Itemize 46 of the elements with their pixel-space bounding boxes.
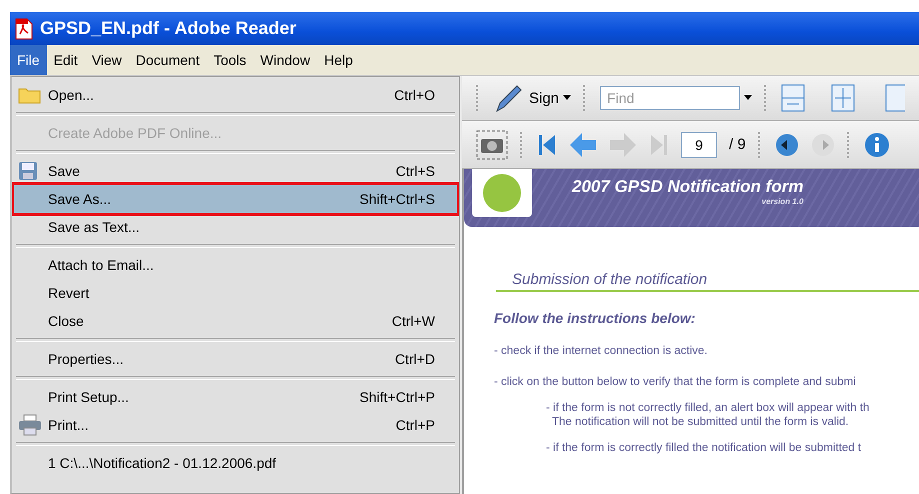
- menu-item[interactable]: 1 C:\...\Notification2 - 01.12.2006.pdf: [14, 449, 457, 477]
- menu-title[interactable]: File: [10, 45, 47, 75]
- instruction-text: The notification will not be submitted until the form is valid.: [552, 416, 850, 428]
- caret-icon[interactable]: [744, 95, 752, 101]
- menu-title[interactable]: Window: [253, 45, 318, 75]
- instruction-text: - if the form is correctly filled the notification will be submitted t: [546, 442, 862, 454]
- menu-title[interactable]: View: [84, 45, 129, 75]
- menu-title[interactable]: Document: [128, 45, 207, 75]
- pdf-document-icon: [14, 18, 34, 40]
- printer-icon: [18, 414, 42, 436]
- page-layout-icon[interactable]: [885, 84, 906, 112]
- info-icon[interactable]: [864, 132, 890, 158]
- instruction-text: - if the form is not correctly filled, an alert box will appear with th: [546, 402, 870, 414]
- menu-item[interactable]: Close Ctrl+W: [14, 307, 457, 335]
- window-title: GPSD_EN.pdf - Adobe Reader: [40, 18, 296, 39]
- instruction-text: - check if the internet connection is active.: [494, 345, 708, 357]
- first-page-icon[interactable]: [537, 132, 557, 156]
- instruction-text: - click on the button below to verify that the form is complete and submi: [494, 376, 857, 388]
- fit-page-icon[interactable]: [831, 84, 856, 112]
- menu-item[interactable]: Attach to Email...: [14, 251, 457, 279]
- caret-icon: [563, 95, 572, 101]
- camera-icon[interactable]: [476, 130, 508, 160]
- previous-page-icon[interactable]: [569, 132, 597, 158]
- menu-item[interactable]: Properties... Ctrl+D: [14, 345, 457, 373]
- find-field[interactable]: Find: [600, 86, 740, 110]
- banner-version: version 1.0: [762, 197, 804, 206]
- folder-icon: [18, 86, 42, 104]
- menu-title[interactable]: Tools: [206, 45, 254, 75]
- menu-item[interactable]: Save Ctrl+S: [14, 157, 457, 185]
- menu-title[interactable]: Help: [317, 45, 360, 75]
- page-count: / 9: [729, 136, 746, 153]
- sign-button[interactable]: Sign: [493, 82, 572, 114]
- menu-item[interactable]: Print Setup... Shift+Ctrl+P: [14, 383, 457, 411]
- section-title: Submission of the notification: [496, 271, 919, 292]
- menu-item[interactable]: Open... Ctrl+O: [14, 81, 457, 109]
- instructions-heading: Follow the instructions below:: [494, 310, 696, 326]
- banner-title: 2007 GPSD Notification form: [572, 177, 804, 197]
- menu-item[interactable]: Revert: [14, 279, 457, 307]
- menu-item[interactable]: Save as Text...: [14, 213, 457, 241]
- fit-width-icon[interactable]: [781, 84, 806, 112]
- forward-icon[interactable]: [810, 132, 835, 156]
- menu-title[interactable]: Edit: [46, 45, 85, 75]
- menu-item[interactable]: Save As... Shift+Ctrl+S: [14, 185, 457, 213]
- page-number-field[interactable]: 9: [681, 132, 717, 158]
- back-icon[interactable]: [774, 132, 799, 156]
- menu-item[interactable]: Print... Ctrl+P: [14, 411, 457, 439]
